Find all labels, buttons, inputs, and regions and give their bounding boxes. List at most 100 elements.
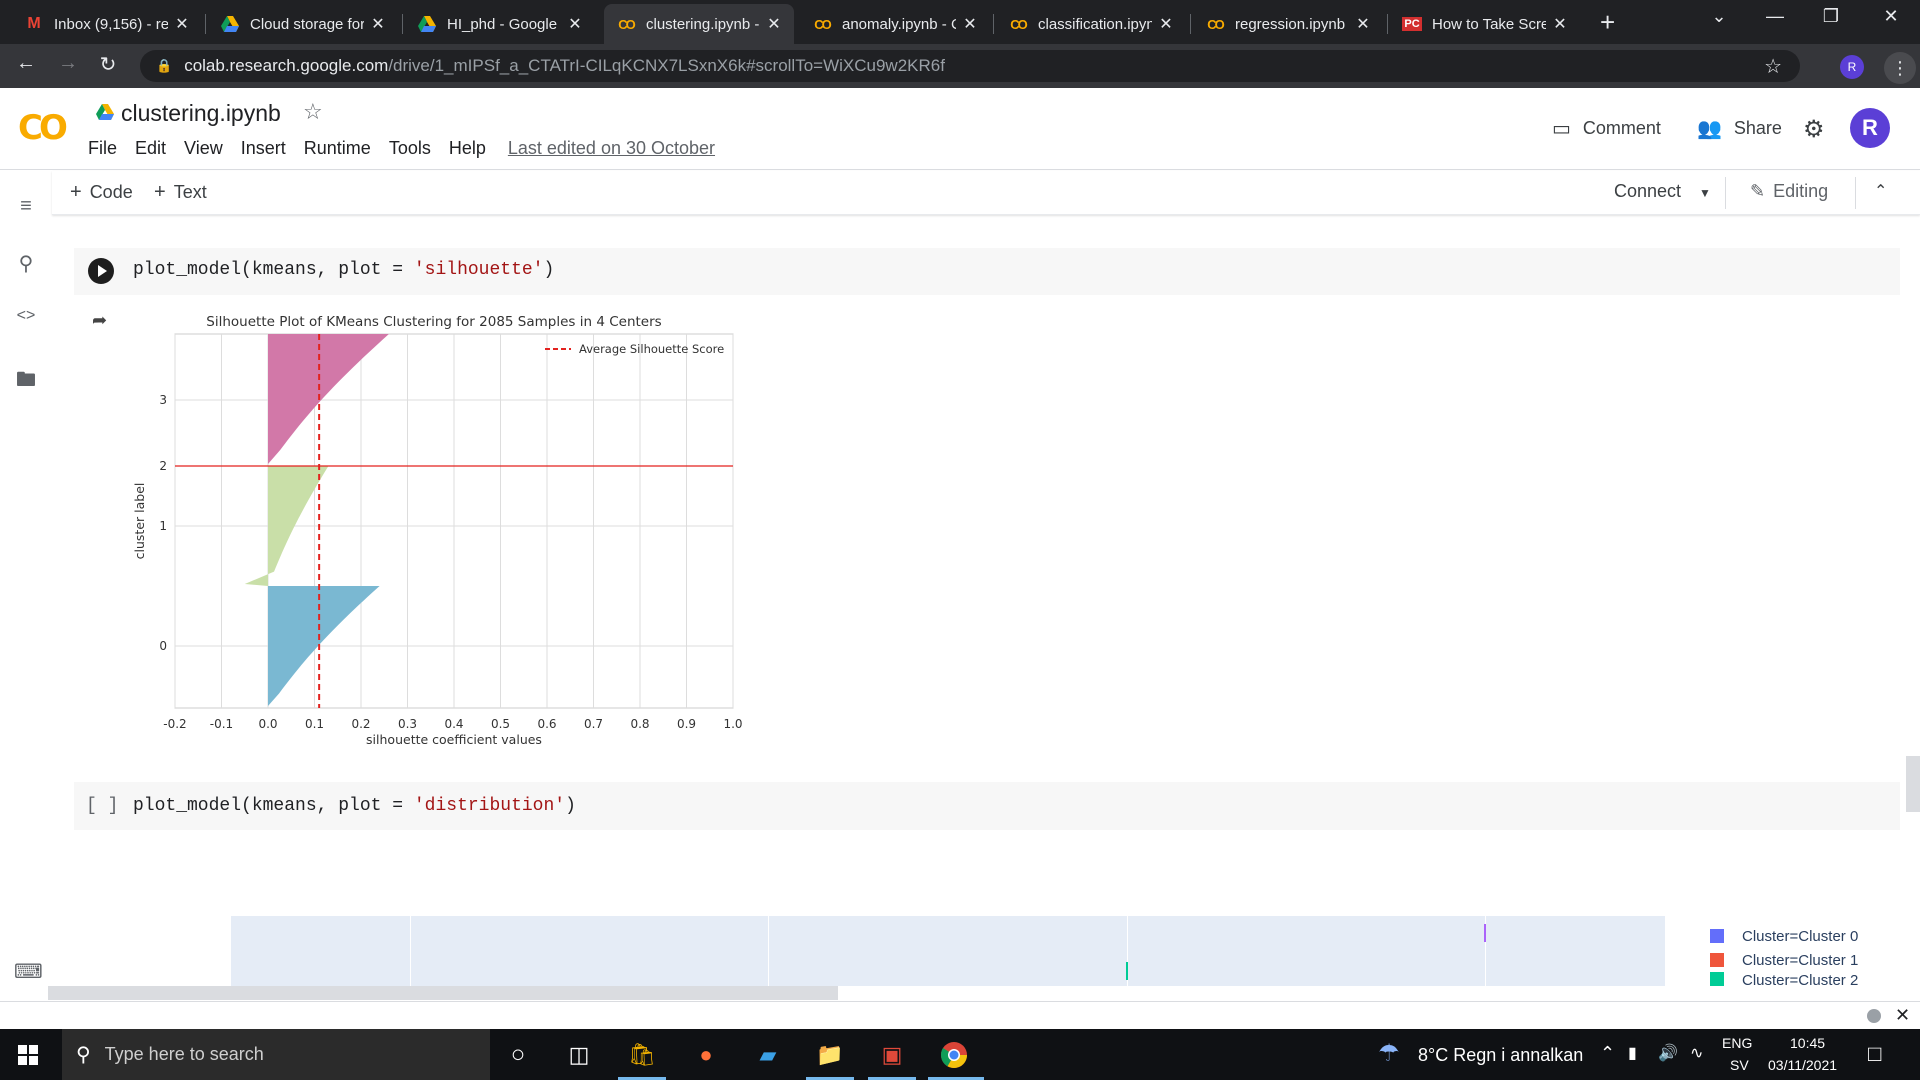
weather-text[interactable]: 8°C Regn i annalkan: [1418, 1045, 1583, 1066]
collapse-header-icon[interactable]: ⌃: [1874, 181, 1887, 201]
browser-tab[interactable]: HI_phd - Google ✕: [405, 4, 595, 44]
browser-profile-avatar[interactable]: R: [1840, 55, 1864, 79]
menu-insert[interactable]: Insert: [241, 138, 286, 159]
close-icon[interactable]: ✕: [1895, 1005, 1910, 1026]
taskbar-search-box[interactable]: ⚲ Type here to search: [62, 1029, 490, 1080]
legend-item[interactable]: Cluster=Cluster 0: [1710, 924, 1858, 948]
notebook-title[interactable]: clustering.ipynb: [121, 100, 281, 127]
browser-tab[interactable]: CO classification.ipyn ✕: [996, 4, 1186, 44]
close-tab-icon[interactable]: ✕: [567, 14, 583, 34]
menu-file[interactable]: File: [88, 138, 117, 159]
tab-title: HI_phd - Google: [447, 15, 558, 33]
cell-code[interactable]: plot_model(kmeans, plot = 'silhouette'): [133, 260, 554, 280]
search-icon[interactable]: ⚲: [14, 251, 38, 276]
browser-tab[interactable]: CO anomaly.ipynb - C ✕: [800, 4, 990, 44]
volume-icon[interactable]: 🔊: [1658, 1043, 1678, 1063]
browser-tab[interactable]: PC How to Take Scre ✕: [1390, 4, 1580, 44]
restore-button[interactable]: ❐: [1808, 6, 1854, 27]
toolbar-divider: [1725, 177, 1726, 209]
language-top[interactable]: ENG: [1722, 1035, 1752, 1051]
browser-tab[interactable]: CO clustering.ipynb - ✕: [604, 4, 794, 44]
editing-mode-button[interactable]: ✎ Editing: [1750, 181, 1828, 202]
connect-button[interactable]: Connect ▼: [1614, 181, 1711, 202]
clock-date[interactable]: 03/11/2021: [1768, 1057, 1837, 1073]
browser-tab[interactable]: CO regression.ipynb ✕: [1193, 4, 1383, 44]
close-tab-icon[interactable]: ✕: [766, 14, 782, 34]
bookmark-star-icon[interactable]: ☆: [1764, 54, 1782, 79]
language-bottom[interactable]: SV: [1730, 1057, 1749, 1073]
task-view-icon[interactable]: ◫: [563, 1039, 595, 1071]
star-notebook-icon[interactable]: ☆: [303, 99, 323, 125]
close-window-button[interactable]: ✕: [1868, 6, 1914, 27]
close-tab-icon[interactable]: ✕: [962, 14, 978, 34]
minimize-button[interactable]: —: [1752, 6, 1798, 27]
colab-logo[interactable]: CO: [18, 108, 68, 148]
people-icon: 👥: [1697, 118, 1722, 140]
forward-button[interactable]: →: [54, 52, 82, 75]
menu-runtime[interactable]: Runtime: [304, 138, 371, 159]
notifications-icon[interactable]: □: [1868, 1041, 1881, 1067]
clock-time[interactable]: 10:45: [1790, 1035, 1825, 1051]
comment-label: Comment: [1582, 118, 1661, 138]
address-bar[interactable]: 🔒 colab.research.google.com/drive/1_mIPS…: [140, 50, 1800, 82]
distribution-mark: [1126, 962, 1128, 980]
add-code-button[interactable]: + Code: [70, 181, 133, 204]
close-tab-icon[interactable]: ✕: [370, 14, 386, 34]
distribution-legend: Cluster=Cluster 0 Cluster=Cluster 1 Clus…: [1710, 924, 1858, 986]
cell-execution-bracket[interactable]: [ ]: [86, 796, 118, 816]
legend-item[interactable]: Cluster=Cluster 2: [1710, 972, 1858, 986]
vertical-scrollbar-thumb[interactable]: [1906, 756, 1920, 812]
close-tab-icon[interactable]: ✕: [1355, 14, 1371, 34]
office-app-icon[interactable]: ▣: [876, 1039, 908, 1071]
add-code-label: Code: [89, 182, 133, 202]
code-snippets-icon[interactable]: <>: [14, 307, 38, 325]
grid-line: [768, 916, 769, 986]
menu-tools[interactable]: Tools: [389, 138, 431, 159]
chrome-icon[interactable]: [938, 1039, 970, 1071]
terminal-icon[interactable]: ⌨: [14, 959, 43, 984]
tab-title: regression.ipynb: [1235, 15, 1346, 33]
menu-view[interactable]: View: [184, 138, 223, 159]
account-avatar[interactable]: R: [1850, 108, 1890, 148]
battery-icon[interactable]: ▮: [1628, 1043, 1637, 1063]
files-folder-icon[interactable]: 🖿: [14, 365, 38, 399]
close-tab-icon[interactable]: ✕: [174, 14, 190, 34]
table-of-contents-icon[interactable]: ≡: [14, 195, 38, 218]
close-tab-icon[interactable]: ✕: [1158, 14, 1174, 34]
last-edited-link[interactable]: Last edited on 30 October: [508, 138, 715, 159]
comment-button[interactable]: ▭ Comment: [1552, 116, 1661, 141]
firefox-icon[interactable]: ●: [690, 1039, 722, 1071]
share-button[interactable]: 👥 Share: [1697, 116, 1782, 141]
x-tick-label: 0.8: [630, 717, 649, 731]
browser-tab[interactable]: Cloud storage for ✕: [208, 4, 398, 44]
store-icon[interactable]: 🛍: [626, 1039, 658, 1071]
settings-gear-icon[interactable]: ⚙: [1803, 115, 1825, 144]
new-tab-button[interactable]: +: [1600, 8, 1615, 36]
drive-icon: [417, 14, 437, 34]
browser-menu-icon[interactable]: ⋮: [1884, 52, 1916, 84]
run-cell-button[interactable]: [88, 258, 114, 284]
legend-item[interactable]: Cluster=Cluster 1: [1710, 948, 1858, 972]
cortana-icon[interactable]: ○: [502, 1039, 534, 1071]
wifi-icon[interactable]: ∿: [1690, 1043, 1703, 1063]
app-icon[interactable]: ▰: [752, 1039, 784, 1071]
cell-code[interactable]: plot_model(kmeans, plot = 'distribution'…: [133, 796, 576, 816]
back-button[interactable]: ←: [12, 52, 40, 75]
tray-expand-icon[interactable]: ⌃: [1600, 1043, 1615, 1064]
browser-tab[interactable]: M Inbox (9,156) - re ✕: [12, 4, 202, 44]
file-explorer-icon[interactable]: 📁: [814, 1039, 846, 1071]
close-tab-icon[interactable]: ✕: [1552, 14, 1568, 34]
reload-button[interactable]: ↻: [94, 52, 122, 77]
y-tick-label: 2: [159, 459, 167, 473]
drive-icon: [220, 14, 240, 34]
menu-help[interactable]: Help: [449, 138, 486, 159]
left-sidebar: ≡ ⚲ <> 🖿 ⌨: [0, 171, 52, 1001]
menu-edit[interactable]: Edit: [135, 138, 166, 159]
output-menu-icon[interactable]: ➦: [92, 310, 107, 331]
windows-start-icon[interactable]: [18, 1045, 38, 1065]
colab-header: CO clustering.ipynb ☆ File Edit View Ins…: [0, 88, 1920, 170]
horizontal-scrollbar[interactable]: [48, 986, 838, 1000]
add-text-button[interactable]: + Text: [154, 181, 207, 204]
tab-search-icon[interactable]: ⌄: [1696, 6, 1742, 27]
code-string: 'distribution': [413, 796, 566, 816]
